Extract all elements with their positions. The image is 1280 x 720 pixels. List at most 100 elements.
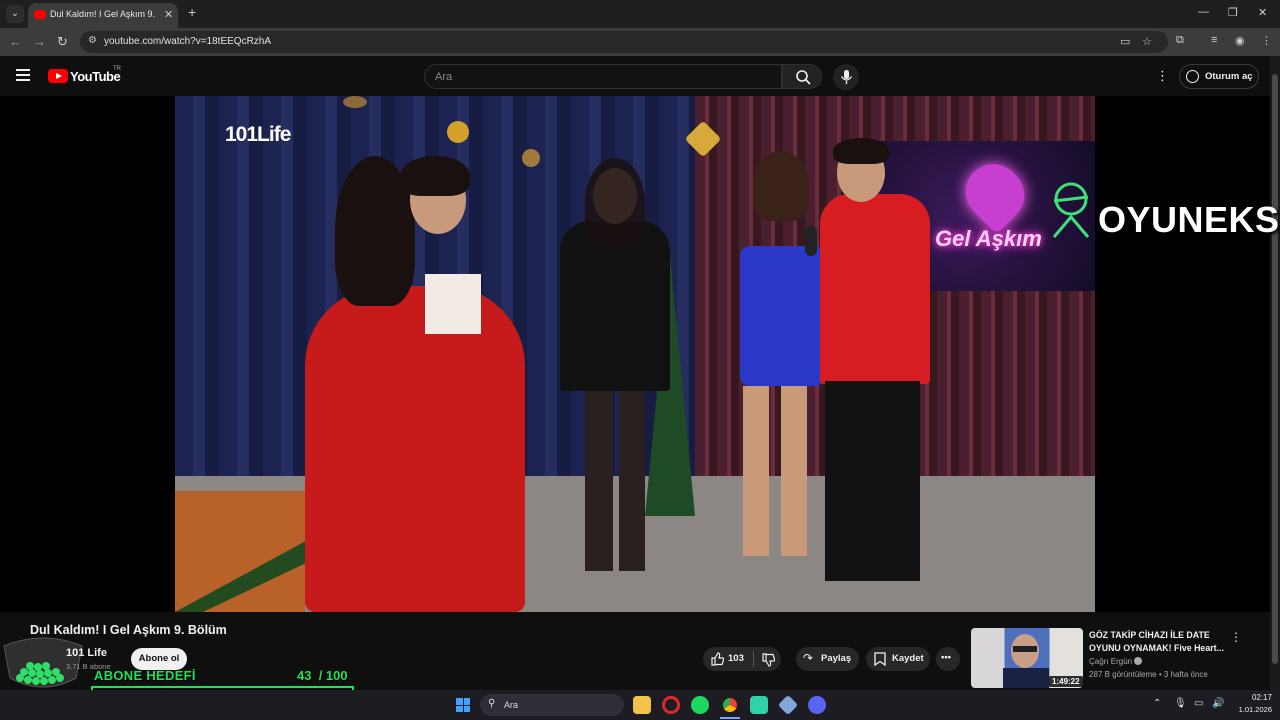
minimize-button[interactable]: — — [1198, 6, 1209, 18]
chrome-icon[interactable] — [721, 696, 739, 714]
signin-label: Oturum aç — [1205, 71, 1253, 82]
site-info-icon[interactable]: ⚙ — [88, 35, 97, 46]
search-input[interactable]: Ara — [424, 64, 782, 89]
tab-search-button[interactable]: ⌄ — [6, 5, 24, 23]
scrollbar-thumb[interactable] — [1272, 74, 1278, 664]
like-count[interactable]: 103 — [728, 653, 744, 664]
taskbar-search-icon: ⚲ — [488, 698, 496, 709]
taskbar-search[interactable]: ⚲ Ara — [480, 694, 624, 716]
url-field[interactable]: ⚙ youtube.com/watch?v=18tEEQcRzhA ▭ ☆ — [80, 31, 1168, 53]
recommended-video-title[interactable]: GÖZ TAKİP CİHAZI İLE DATE OYUNU OYNAMAK!… — [1089, 629, 1229, 655]
person-hair — [833, 138, 889, 164]
channel-name[interactable]: 101 Life — [66, 647, 107, 659]
forward-icon[interactable]: → — [33, 34, 46, 49]
recommended-video-duration: 1:49:22 — [1049, 676, 1083, 687]
like-icon[interactable] — [710, 652, 724, 666]
share-button[interactable]: ↷ Paylaş — [796, 647, 859, 671]
discord-icon[interactable] — [808, 696, 826, 714]
share-label: Paylaş — [821, 653, 852, 664]
page-scrollbar[interactable] — [1270, 56, 1280, 690]
app-icon[interactable] — [750, 696, 768, 714]
taskbar-clock-date[interactable]: 1.01.2026 — [1232, 705, 1272, 714]
save-label: Kaydet — [892, 653, 924, 664]
youtube-header: YouTube TR Ara ⋮ Oturum aç — [0, 56, 1280, 96]
spotify-icon[interactable] — [691, 696, 709, 714]
video-frame[interactable]: Gel Aşkım 101Life — [175, 96, 1095, 612]
oyuneks-logo-icon — [1052, 182, 1090, 238]
settings-kebab-icon[interactable]: ⋮ — [1156, 68, 1169, 84]
goal-target: / 100 — [318, 668, 348, 683]
browser-tab[interactable]: Dul Kaldım! I Gel Aşkım 9. Bölüm ✕ — [28, 3, 178, 28]
signin-button[interactable]: Oturum aç — [1179, 64, 1259, 89]
subscriber-goal-label: ABONE HEDEFİ — [94, 668, 196, 683]
back-icon[interactable]: ← — [9, 34, 22, 49]
os-taskbar: ⚲ Ara ⌃ 🎙 ▭ 🔊 02:17 1.01.2026 — [0, 690, 1280, 720]
extensions-icon[interactable]: ⧉ — [1176, 34, 1184, 47]
subscriber-goal-count: 43 / 100 — [297, 668, 348, 683]
url-text[interactable]: youtube.com/watch?v=18tEEQcRzhA — [104, 36, 271, 47]
opera-icon[interactable] — [662, 696, 680, 714]
person-red-sweater — [820, 194, 930, 384]
bookmark-star-icon[interactable]: ☆ — [1142, 35, 1152, 48]
taskbar-clock-time[interactable]: 02:17 — [1246, 693, 1272, 702]
ornament-icon — [447, 121, 469, 143]
person-legs — [585, 391, 645, 571]
recommended-video-channel[interactable]: Çağrı Ergün — [1089, 657, 1143, 666]
search-placeholder: Ara — [435, 71, 453, 83]
tray-volume-icon[interactable]: 🔊 — [1212, 698, 1224, 709]
voice-search-button[interactable] — [833, 64, 859, 90]
ornament-icon — [343, 96, 367, 108]
reload-icon[interactable]: ↻ — [57, 34, 68, 50]
oyuneks-watermark: OYUNEKS — [1048, 177, 1280, 247]
person-hair — [585, 158, 645, 248]
tray-overflow-icon[interactable]: ⌃ — [1153, 698, 1161, 709]
app-icon[interactable] — [777, 694, 799, 716]
youtube-logo-icon[interactable] — [48, 69, 68, 83]
like-dislike-group: 103 — [703, 647, 781, 671]
person-hair — [400, 156, 470, 196]
more-actions-button[interactable]: ••• — [936, 647, 960, 671]
browser-menu-icon[interactable]: ⋮ — [1261, 34, 1272, 47]
restore-button[interactable]: ❐ — [1228, 6, 1238, 19]
person-red-dress — [305, 286, 525, 612]
taskbar-search-label: Ara — [504, 700, 519, 710]
like-divider — [753, 651, 754, 667]
region-code: TR — [113, 66, 121, 72]
neon-sign-text: Gel Aşkım — [935, 226, 1042, 251]
file-explorer-icon[interactable] — [633, 696, 651, 714]
person-legs — [743, 386, 813, 556]
close-window-button[interactable]: ✕ — [1258, 6, 1267, 19]
windows-start-icon[interactable] — [456, 698, 470, 712]
cast-icon[interactable]: ▭ — [1120, 35, 1130, 48]
goal-current: 43 — [297, 668, 312, 683]
search-icon — [796, 70, 811, 85]
subscribe-button[interactable]: Abone ol — [131, 648, 187, 670]
recommended-video-meta: 287 B görüntüleme • 3 hafta önce — [1089, 670, 1208, 679]
person-trousers — [825, 381, 920, 581]
search-button[interactable] — [782, 64, 822, 89]
person-hair — [753, 151, 809, 221]
tray-microphone-icon[interactable]: 🎙 — [1174, 698, 1187, 709]
share-icon: ↷ — [803, 651, 814, 665]
recommended-video-menu-icon[interactable]: ⋮ — [1230, 630, 1242, 644]
tab-close-icon[interactable]: ✕ — [164, 8, 173, 21]
tab-title: Dul Kaldım! I Gel Aşkım 9. Bölüm — [50, 9, 158, 19]
channel-brand-logo: 101Life — [225, 123, 291, 146]
dislike-icon[interactable] — [761, 653, 775, 667]
person-blue-dress — [740, 246, 825, 386]
reading-list-icon[interactable]: ≡ — [1211, 34, 1217, 46]
quiz-card — [425, 274, 481, 334]
thumbnail-glasses — [1013, 646, 1037, 652]
save-button[interactable]: Kaydet — [866, 647, 930, 671]
ornament-icon — [522, 149, 540, 167]
verified-badge-icon — [1134, 657, 1143, 665]
new-tab-button[interactable]: + — [188, 4, 196, 20]
recommended-channel-name: Çağrı Ergün — [1089, 657, 1133, 666]
tray-display-icon[interactable]: ▭ — [1194, 698, 1203, 709]
account-icon — [1186, 70, 1199, 83]
microphone-icon — [840, 70, 853, 84]
menu-icon[interactable] — [16, 69, 30, 81]
more-actions-icon: ••• — [941, 652, 951, 663]
profile-icon[interactable]: ◉ — [1235, 34, 1245, 47]
youtube-favicon-icon — [34, 10, 46, 19]
